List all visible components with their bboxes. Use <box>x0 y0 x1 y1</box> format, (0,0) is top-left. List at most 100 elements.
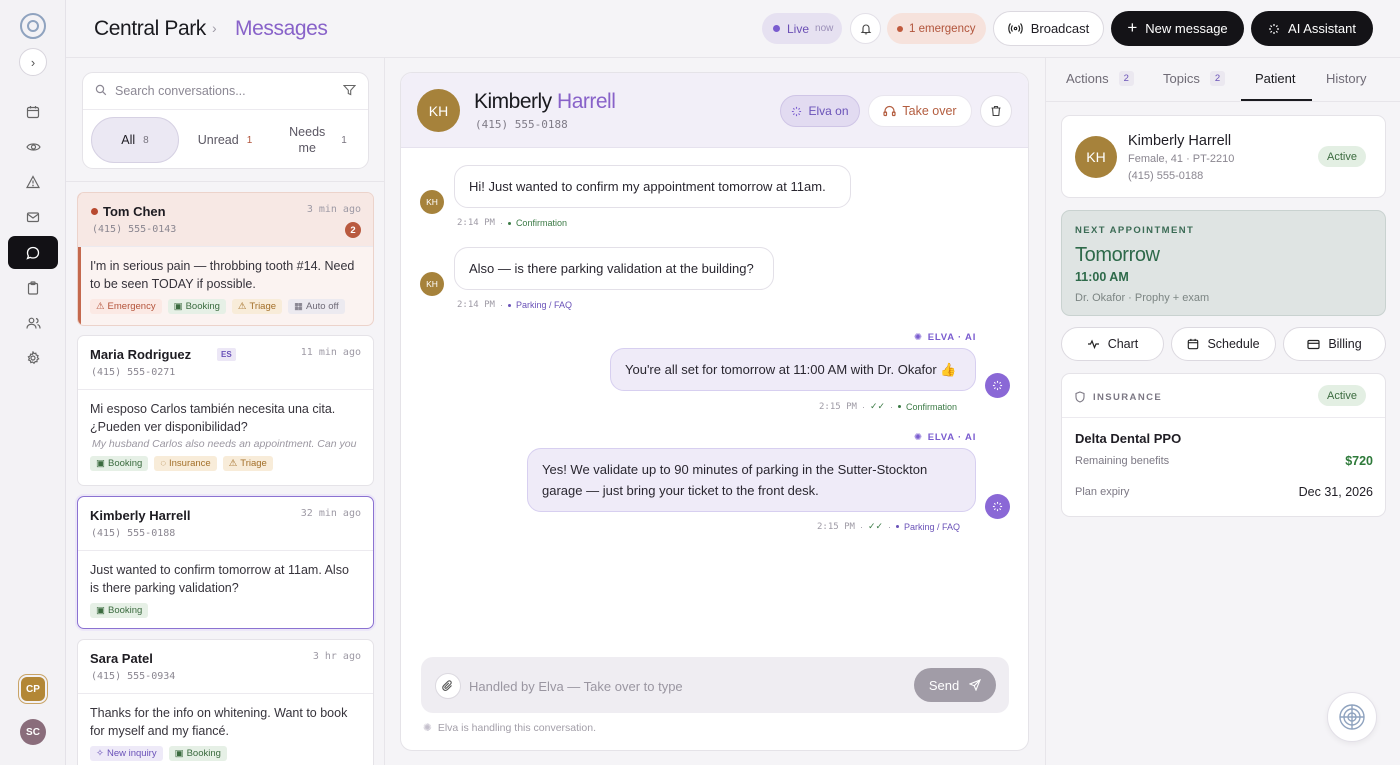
attach-button[interactable] <box>435 673 461 699</box>
alert-triangle-icon: ⚠ <box>96 301 105 312</box>
ai-sender-label: ✺ ELVA · AI <box>914 432 976 443</box>
tab-label: Actions <box>1066 71 1109 86</box>
chart-button[interactable]: Chart <box>1061 327 1164 361</box>
tag-emergency: ⚠ Emergency <box>90 299 162 314</box>
send-button[interactable]: Send <box>914 668 996 702</box>
tab-count: 2 <box>1209 71 1226 86</box>
category-dot-icon <box>507 221 511 225</box>
assistant-launcher-button[interactable] <box>1327 692 1377 742</box>
calendar-icon <box>1188 338 1199 350</box>
message-time: 32 min ago <box>300 508 361 519</box>
delete-conversation-button[interactable] <box>980 95 1012 127</box>
filter-icon[interactable] <box>343 84 356 96</box>
expand-sidebar-button[interactable]: › <box>19 48 47 76</box>
contact-last-name: Harrell <box>557 90 616 113</box>
patient-details: Female, 41 · PT-2210 <box>1128 153 1235 165</box>
message-input[interactable] <box>469 677 849 695</box>
conversation-item[interactable]: Sara Patel (415) 555-0934 3 hr ago Thank… <box>77 639 374 765</box>
message-bubble-outgoing: Yes! We validate up to 90 minutes of par… <box>527 448 976 512</box>
tab-patient[interactable]: Patient <box>1255 71 1295 86</box>
insurance-header: INSURANCE Active <box>1062 374 1385 418</box>
filter-all-tab[interactable]: All 8 <box>91 117 179 163</box>
logo-icon <box>1339 704 1365 730</box>
chat-contact-name: Kimberly Harrell <box>474 90 616 114</box>
alert-triangle-icon[interactable] <box>21 170 45 194</box>
contact-name: Tom Chen <box>103 204 166 219</box>
tag-label: Booking <box>185 301 220 312</box>
message-bubble-incoming: Also — is there parking validation at th… <box>454 247 774 290</box>
schedule-button[interactable]: Schedule <box>1171 327 1276 361</box>
category-dot-icon <box>898 405 902 408</box>
clinic-avatar[interactable]: CP <box>21 677 45 701</box>
take-over-button[interactable]: Take over <box>868 95 972 127</box>
logo-icon[interactable] <box>20 13 46 39</box>
message-time: 2:14 PM <box>457 218 495 228</box>
live-status: Live now <box>762 13 842 44</box>
filter-unread-label: Unread <box>197 133 239 147</box>
conversation-header: Kimberly Harrell (415) 555-0188 32 min a… <box>78 497 373 551</box>
settings-gear-icon[interactable] <box>21 346 45 370</box>
message-category: Parking / FAQ <box>515 300 572 310</box>
tab-actions[interactable]: Actions 2 <box>1066 71 1134 86</box>
tag-insurance: ◌ Insurance <box>154 456 217 471</box>
tag-list: ⚠ Emergency ▣ Booking ⚠ Triage ▦ Auto off <box>78 293 373 314</box>
clipboard-icon[interactable] <box>21 276 45 300</box>
conversation-item[interactable]: Maria Rodriguez ES (415) 555-0271 11 min… <box>77 335 374 486</box>
filter-needs-me-count: 1 <box>341 134 347 146</box>
alert-triangle-icon: ⚠ <box>237 301 247 312</box>
tag-label: Triage <box>240 458 267 469</box>
breadcrumb-chevron-icon: › <box>212 20 217 36</box>
patient-card: KH Kimberly Harrell Female, 41 · PT-2210… <box>1061 115 1386 198</box>
sender-name: ELVA · AI <box>927 332 977 343</box>
emergency-badge[interactable]: 1 emergency <box>887 13 986 44</box>
mail-icon[interactable] <box>21 205 45 229</box>
filter-needs-me-tab[interactable]: Needs me 1 <box>271 117 363 163</box>
elva-toggle-button[interactable]: Elva on <box>780 95 860 127</box>
separator: · <box>861 401 865 412</box>
conversation-item[interactable]: Tom Chen (415) 555-0143 3 min ago 2 I'm … <box>77 192 374 326</box>
broadcast-button[interactable]: Broadcast <box>993 11 1104 46</box>
users-icon[interactable] <box>21 311 45 335</box>
details-panel: Actions 2 Topics 2 Patient History KH Ki… <box>1045 58 1400 765</box>
search-input[interactable] <box>115 81 335 101</box>
user-avatar[interactable]: SC <box>20 719 46 745</box>
next-appointment-card[interactable]: NEXT APPOINTMENT Tomorrow 11:00 AM Dr. O… <box>1061 210 1386 316</box>
sparkle-icon <box>792 106 802 116</box>
new-message-button[interactable]: + New message <box>1111 11 1244 46</box>
read-checkmarks-icon: ✓✓ <box>867 521 884 531</box>
tab-topics[interactable]: Topics 2 <box>1163 71 1226 86</box>
conversation-list: Tom Chen (415) 555-0143 3 min ago 2 I'm … <box>66 181 385 765</box>
category-dot-icon <box>507 303 511 307</box>
message-meta: 2:15 PM · ✓✓ · Confirmation <box>819 401 957 412</box>
remaining-benefits-value: $720 <box>1345 454 1373 468</box>
tab-history[interactable]: History <box>1326 71 1366 86</box>
messages-icon[interactable] <box>8 236 58 269</box>
message-preview: Mi esposo Carlos también necesita una ci… <box>90 402 336 434</box>
breadcrumb-location[interactable]: Central Park <box>94 17 206 41</box>
handling-note-text: Elva is handling this conversation. <box>437 722 596 734</box>
ai-assistant-button[interactable]: AI Assistant <box>1251 11 1373 46</box>
tag-triage: ⚠ Triage <box>222 456 273 471</box>
tag-list: ✧ New inquiry ▣ Booking <box>78 740 373 761</box>
broadcast-icon <box>1007 23 1023 34</box>
eye-icon[interactable] <box>21 135 45 159</box>
patient-avatar: KH <box>1075 136 1117 178</box>
notifications-button[interactable] <box>850 13 881 44</box>
contact-phone: (415) 555-0143 <box>92 224 177 235</box>
robot-icon: ▦ <box>294 301 304 312</box>
conversation-item-selected[interactable]: Kimberly Harrell (415) 555-0188 32 min a… <box>77 496 374 629</box>
message-category: Parking / FAQ <box>904 521 961 532</box>
conversation-header: Tom Chen (415) 555-0143 3 min ago 2 <box>78 193 373 247</box>
live-label: Live <box>787 21 810 36</box>
chat-panel: KH Kimberly Harrell (415) 555-0188 Elva … <box>400 72 1029 751</box>
sparkle-icon <box>1269 23 1280 34</box>
separator: · <box>888 521 892 532</box>
billing-button[interactable]: Billing <box>1283 327 1386 361</box>
contact-avatar: KH <box>420 190 444 214</box>
filter-unread-tab[interactable]: Unread 1 <box>183 117 267 163</box>
calendar-icon[interactable] <box>21 100 45 124</box>
ai-sender-label: ✺ ELVA · AI <box>914 332 976 343</box>
insurance-plan: Delta Dental PPO <box>1075 431 1182 446</box>
contact-phone: (415) 555-0188 <box>91 528 176 539</box>
patient-phone: (415) 555-0188 <box>1128 170 1204 182</box>
